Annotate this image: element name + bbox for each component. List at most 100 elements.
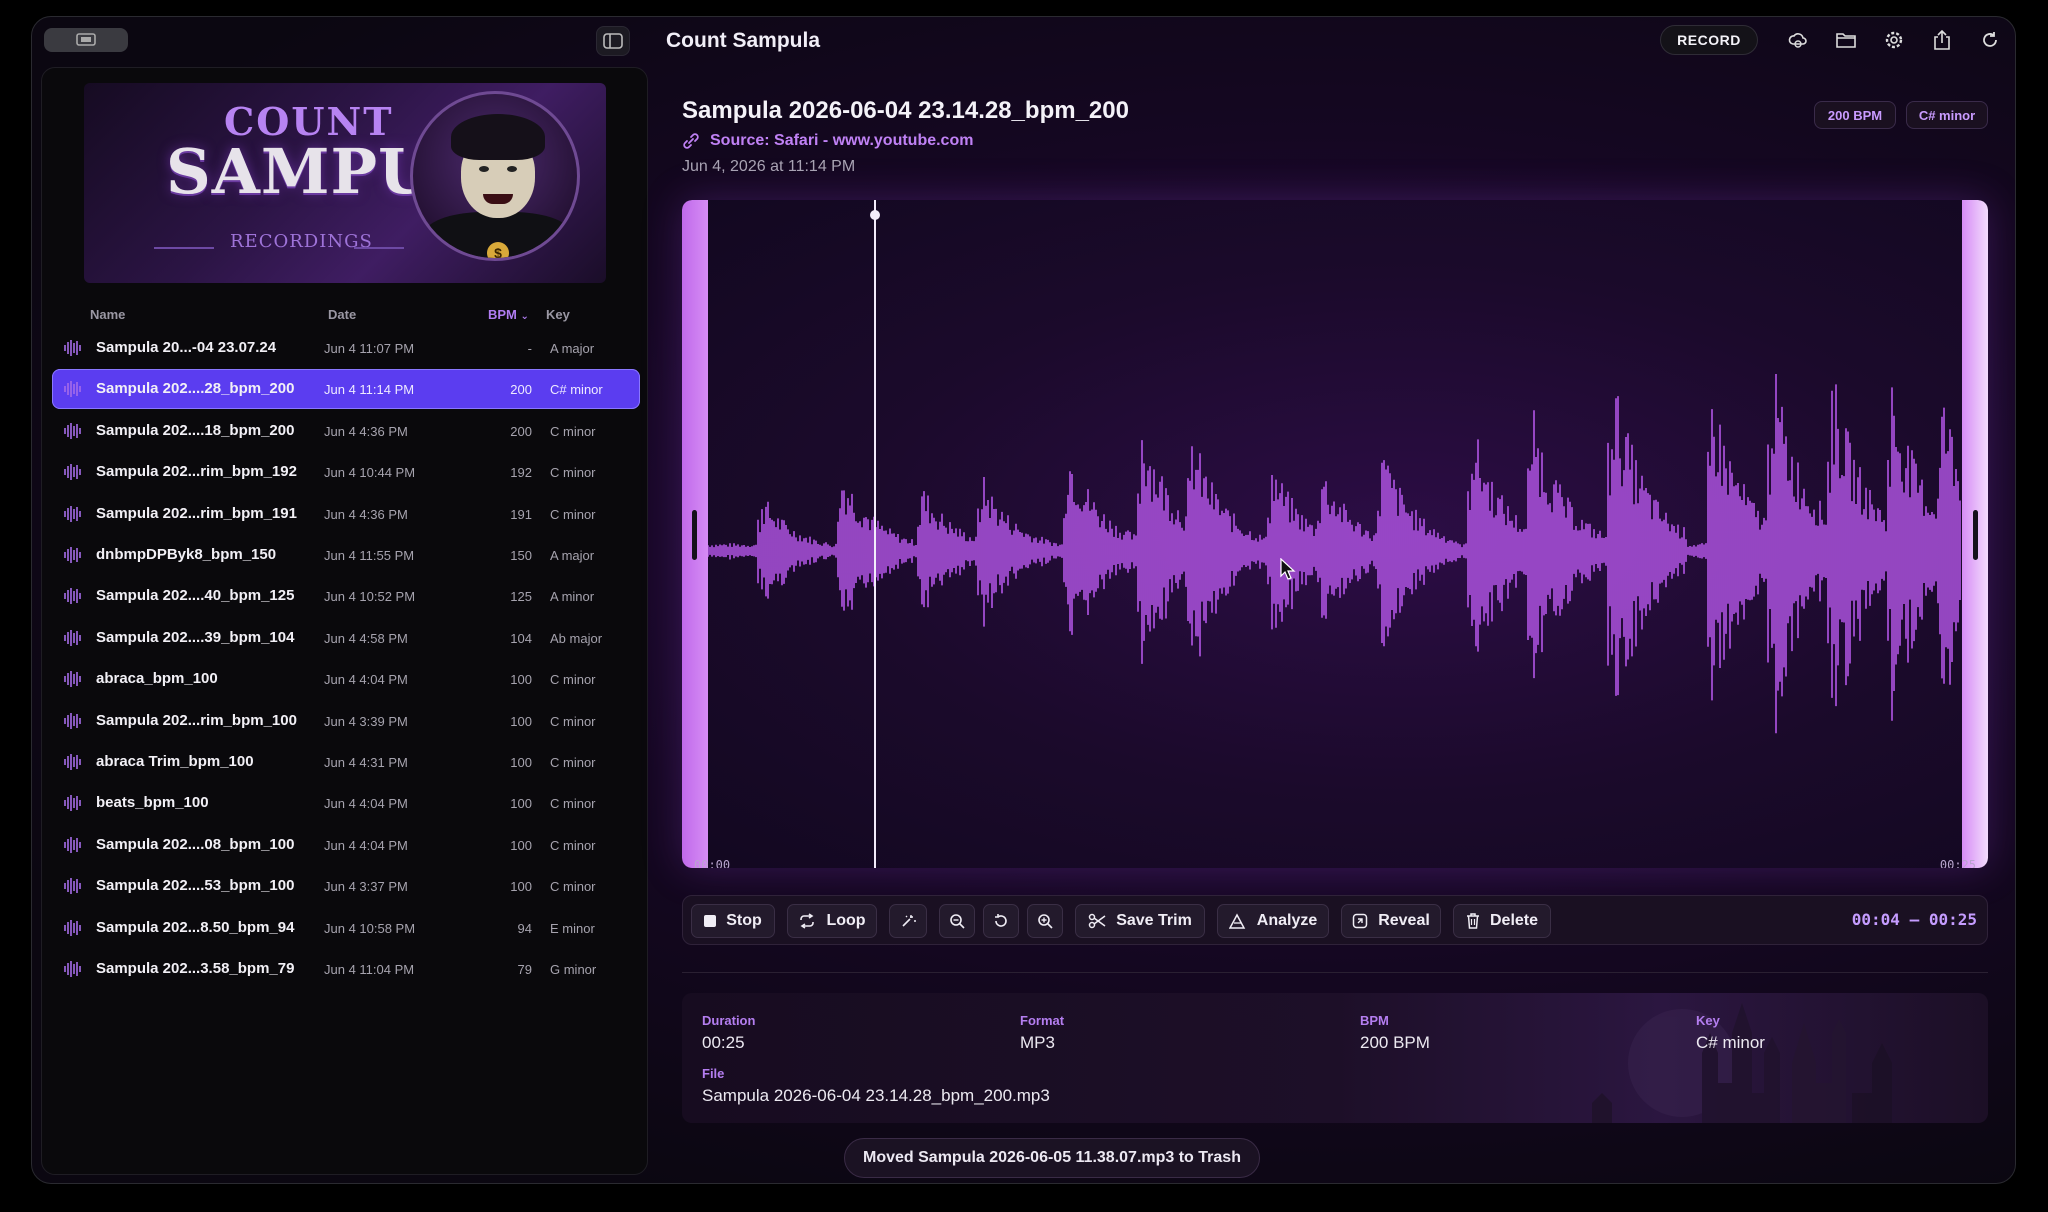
analyze-icon bbox=[1228, 913, 1246, 929]
recording-row[interactable]: Sampula 20...-04 23.07.24 Jun 4 11:07 PM -… bbox=[52, 328, 640, 368]
playback-controls: Stop Loop Save Trim Analyze Reveal Delet… bbox=[682, 895, 1988, 945]
recording-row[interactable]: Sampula 202...3.58_bpm_79 Jun 4 11:04 PM 7… bbox=[52, 949, 640, 989]
stop-button[interactable]: Stop bbox=[691, 904, 775, 938]
column-header-bpm[interactable]: BPM ⌄ bbox=[488, 307, 529, 322]
recording-bpm: 94 bbox=[517, 920, 532, 936]
delete-button[interactable]: Delete bbox=[1453, 904, 1551, 938]
recording-row[interactable]: Sampula 202....40_bpm_125 Jun 4 10:52 PM 1… bbox=[52, 576, 640, 616]
recording-date: Jun 4 4:04 PM bbox=[324, 672, 408, 688]
recording-row[interactable]: Sampula 202...rim_bpm_192 Jun 4 10:44 PM 1… bbox=[52, 452, 640, 492]
record-button[interactable]: RECORD bbox=[1660, 25, 1758, 55]
recording-date: Jun 4 4:31 PM bbox=[324, 755, 408, 770]
recording-row[interactable]: Sampula 202....39_bpm_104 Jun 4 4:58 PM 10… bbox=[52, 618, 640, 658]
recording-key: C minor bbox=[550, 796, 596, 812]
recording-row[interactable]: Sampula 202....08_bpm_100 Jun 4 4:04 PM 10… bbox=[52, 825, 640, 865]
app-window: Count Sampula RECORD COUNT SAMPULA RECOR… bbox=[31, 16, 2016, 1184]
loop-button[interactable]: Loop bbox=[787, 904, 877, 938]
app-title: Count Sampula bbox=[666, 29, 821, 52]
reveal-in-finder-icon bbox=[1352, 913, 1368, 929]
column-header-date[interactable]: Date bbox=[328, 307, 356, 322]
recording-row[interactable]: beats_bpm_100 Jun 4 4:04 PM 100 C minor bbox=[52, 783, 640, 823]
recording-row[interactable]: Sampula 202....53_bpm_100 Jun 4 3:37 PM 10… bbox=[52, 866, 640, 906]
reveal-button[interactable]: Reveal bbox=[1341, 904, 1441, 938]
recording-name: beats_bpm_100 bbox=[96, 794, 209, 812]
recording-row[interactable]: Sampula 202...rim_bpm_100 Jun 4 3:39 PM 10… bbox=[52, 701, 640, 741]
recording-row[interactable]: Sampula 202...rim_bpm_191 Jun 4 4:36 PM 19… bbox=[52, 494, 640, 534]
recording-bpm: 100 bbox=[510, 796, 532, 812]
waveform-editor[interactable]: 00:00 00:25 bbox=[682, 200, 1988, 868]
refresh-icon bbox=[1983, 32, 1997, 47]
waveform-icon bbox=[64, 629, 81, 646]
recording-key: A minor bbox=[550, 589, 595, 605]
trim-end-handle[interactable] bbox=[1962, 200, 1988, 868]
display-toggle-button[interactable] bbox=[44, 28, 128, 52]
waveform-icon bbox=[64, 712, 81, 729]
save-trim-button[interactable]: Save Trim bbox=[1075, 904, 1205, 938]
recording-row[interactable]: Sampula 202...8.50_bpm_94 Jun 4 10:58 PM 9… bbox=[52, 908, 640, 948]
recording-key: A major bbox=[550, 341, 595, 356]
waveform-icon bbox=[64, 878, 81, 895]
source-text: Source: Safari - www.youtube.com bbox=[710, 132, 974, 149]
recording-row[interactable]: dnbmpDPByk8_bpm_150 Jun 4 11:55 PM 150 A ma… bbox=[52, 535, 640, 575]
settings-button[interactable] bbox=[1872, 25, 1916, 55]
recording-name: Sampula 202...3.58_bpm_79 bbox=[96, 960, 295, 977]
column-header-name[interactable]: Name bbox=[90, 307, 125, 322]
recording-key: A major bbox=[550, 548, 595, 563]
link-icon bbox=[683, 133, 699, 149]
section-divider bbox=[682, 972, 1988, 973]
recording-key: C minor bbox=[550, 672, 596, 688]
gear-icon bbox=[1885, 31, 1903, 49]
recording-date: Jun 4 4:36 PM bbox=[324, 423, 408, 439]
recording-row[interactable]: abraca_bpm_100 Jun 4 4:04 PM 100 C minor bbox=[52, 659, 640, 699]
recording-key: C minor bbox=[550, 713, 596, 729]
share-button[interactable] bbox=[1920, 25, 1964, 55]
gothic-castle-illustration bbox=[1592, 1003, 1892, 1123]
waveform bbox=[707, 374, 1961, 734]
display-icon bbox=[76, 33, 96, 46]
recording-row[interactable]: abraca Trim_bpm_100 Jun 4 4:31 PM 100 C min… bbox=[52, 742, 640, 782]
recording-row[interactable]: Sampula 202....18_bpm_200 Jun 4 4:36 PM 20… bbox=[52, 411, 640, 451]
zoom-in-button[interactable] bbox=[1027, 904, 1063, 938]
waveform-icon bbox=[64, 422, 81, 439]
recording-name: Sampula 202....18_bpm_200 bbox=[96, 421, 295, 439]
reset-zoom-button[interactable] bbox=[983, 904, 1019, 938]
recording-bpm: 100 bbox=[510, 672, 532, 688]
recording-name: abraca_bpm_100 bbox=[96, 670, 218, 688]
recording-date: Jun 4 3:37 PM bbox=[324, 879, 408, 895]
playhead-knob[interactable] bbox=[870, 210, 880, 220]
analyze-button[interactable]: Analyze bbox=[1217, 904, 1329, 938]
zoom-out-icon bbox=[950, 914, 965, 929]
recording-row[interactable]: Sampula 202....28_bpm_200 Jun 4 11:14 PM 2… bbox=[52, 369, 640, 410]
column-header-key[interactable]: Key bbox=[546, 307, 570, 322]
trim-start-handle[interactable] bbox=[682, 200, 708, 868]
file-label: File bbox=[702, 1066, 725, 1081]
recording-date: Jun 4 11:04 PM bbox=[324, 962, 415, 977]
folder-button[interactable] bbox=[1824, 25, 1868, 55]
recording-date: Jun 4 10:52 PM bbox=[324, 589, 416, 605]
scissors-icon bbox=[1088, 913, 1106, 929]
list-header: Name Date BPM ⌄ Key bbox=[42, 307, 647, 327]
sidebar-toggle-button[interactable] bbox=[596, 26, 630, 56]
key-label: Key bbox=[1696, 1013, 1720, 1028]
recording-name: Sampula 202...8.50_bpm_94 bbox=[96, 918, 295, 936]
recording-key: C minor bbox=[550, 755, 596, 770]
zoom-in-icon bbox=[1038, 914, 1053, 929]
recording-key: C# minor bbox=[550, 382, 603, 398]
refresh-button[interactable] bbox=[1968, 25, 2012, 55]
key-badge: C# minor bbox=[1906, 101, 1988, 129]
zoom-out-button[interactable] bbox=[939, 904, 975, 938]
source-link[interactable]: Source: Safari - www.youtube.com bbox=[682, 132, 973, 150]
waveform-icon bbox=[64, 340, 81, 356]
snap-button[interactable] bbox=[889, 904, 927, 938]
playhead[interactable] bbox=[870, 200, 880, 868]
cloud-sync-button[interactable] bbox=[1776, 25, 1820, 55]
banner-line-3: RECORDINGS bbox=[230, 231, 373, 252]
recording-date: Jun 4 4:36 PM bbox=[324, 506, 408, 522]
sidebar-icon bbox=[603, 33, 623, 49]
recording-name: dnbmpDPByk8_bpm_150 bbox=[96, 546, 277, 563]
waveform-icon bbox=[64, 547, 81, 563]
duration-label: Duration bbox=[702, 1013, 756, 1028]
folder-icon bbox=[1836, 33, 1856, 48]
file-info-panel: Duration 00:25 Format MP3 BPM 200 BPM Ke… bbox=[682, 993, 1988, 1123]
recording-name: Sampula 202....28_bpm_200 bbox=[96, 380, 295, 398]
